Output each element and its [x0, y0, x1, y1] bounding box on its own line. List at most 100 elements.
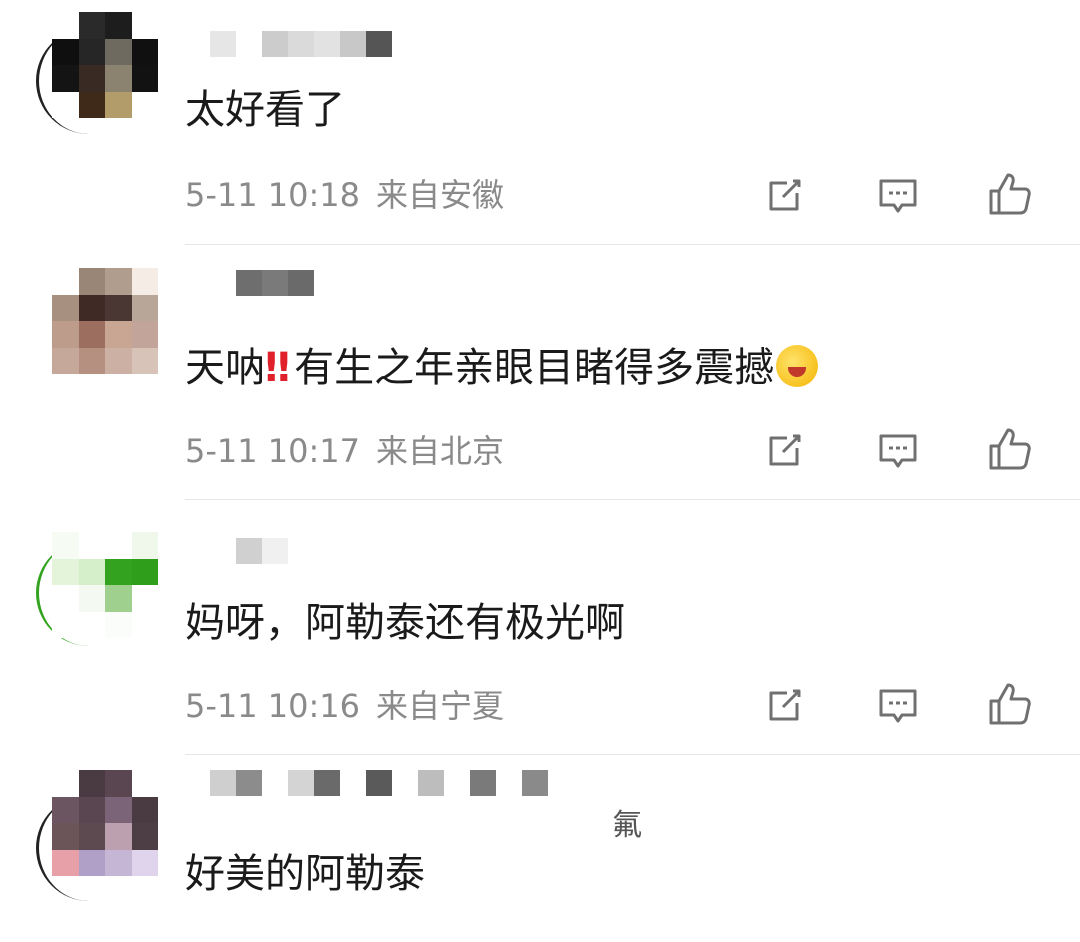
avatar-pixel	[105, 321, 132, 348]
avatar[interactable]	[52, 770, 158, 876]
reply-button[interactable]	[874, 427, 922, 475]
avatar-pixel	[78, 347, 105, 374]
username-pixel	[262, 538, 288, 564]
avatar-pixel	[131, 823, 158, 850]
avatar-pixel	[131, 268, 158, 295]
username-pixel	[288, 31, 314, 57]
avatar-pixel	[105, 91, 132, 118]
username-blurred[interactable]	[210, 538, 288, 564]
avatar-pixel	[78, 321, 105, 348]
avatar-pixel	[78, 532, 105, 559]
avatar-pixel	[131, 12, 158, 39]
avatar-pixel	[131, 558, 158, 585]
divider	[185, 754, 1080, 755]
username-blurred[interactable]	[210, 31, 392, 57]
avatar-pixel	[78, 294, 105, 321]
avatar-pixel	[131, 91, 158, 118]
avatar-pixel	[52, 585, 79, 612]
reply-button[interactable]	[874, 682, 922, 730]
avatar-pixel	[78, 91, 105, 118]
avatar-pixel	[131, 532, 158, 559]
avatar[interactable]	[52, 532, 158, 638]
avatar-pixel	[78, 585, 105, 612]
avatar-pixel	[105, 532, 132, 559]
avatar[interactable]	[52, 268, 158, 374]
repost-button[interactable]	[760, 172, 808, 220]
avatar-pixel	[78, 558, 105, 585]
comment-location: 来自宁夏	[376, 687, 505, 725]
comment-time: 5-11 10:16	[185, 687, 361, 725]
avatar[interactable]	[52, 12, 158, 118]
username-pixel	[210, 770, 236, 796]
avatar-pixel	[78, 65, 105, 92]
username-pixel	[444, 770, 470, 796]
avatar-pixel	[105, 770, 132, 797]
avatar-pixel	[52, 770, 79, 797]
avatar-pixel	[131, 585, 158, 612]
like-button[interactable]	[986, 680, 1034, 728]
comment-location: 来自安徽	[376, 176, 505, 214]
avatar-pixel	[105, 796, 132, 823]
comment-text-part: 有生之年亲眼目睹得多震撼	[294, 345, 775, 391]
thumbs-up-icon	[989, 428, 1031, 470]
avatar-pixel	[131, 294, 158, 321]
username-pixel	[470, 770, 496, 796]
avatar-pixel	[78, 268, 105, 295]
username-pixel	[340, 31, 366, 57]
comment-text: 太好看了	[185, 87, 345, 133]
comment-icon	[879, 689, 917, 723]
comment-icon	[879, 179, 917, 213]
username-pixel	[366, 770, 392, 796]
avatar-pixel	[52, 532, 79, 559]
username-pixel	[236, 270, 262, 296]
username-pixel	[236, 770, 262, 796]
like-button[interactable]	[986, 170, 1034, 218]
comment-location: 来自北京	[376, 432, 505, 470]
avatar-pixel	[52, 611, 79, 638]
share-icon	[769, 689, 801, 721]
comment-meta: 5-11 10:17 来自北京	[185, 431, 504, 471]
username-pixel	[236, 538, 262, 564]
avatar-pixel	[131, 321, 158, 348]
avatar-pixel	[52, 91, 79, 118]
avatar-pixel	[131, 611, 158, 638]
like-button[interactable]	[986, 425, 1034, 473]
username-blurred[interactable]	[210, 270, 314, 296]
username-blurred[interactable]	[210, 770, 630, 822]
avatar-pixel	[52, 38, 79, 65]
avatar-pixel	[105, 294, 132, 321]
username-pixel	[236, 31, 262, 57]
avatar-pixel	[52, 294, 79, 321]
avatar-pixel	[105, 65, 132, 92]
avatar-pixel	[105, 585, 132, 612]
username-pixel	[288, 770, 314, 796]
username-pixel	[522, 770, 548, 796]
username-pixel	[262, 770, 288, 796]
username-pixel	[496, 770, 522, 796]
username-pixel	[210, 270, 236, 296]
avatar-pixel	[52, 347, 79, 374]
reply-button[interactable]	[874, 172, 922, 220]
avatar-pixel	[52, 12, 79, 39]
username-pixel	[314, 31, 340, 57]
avatar-pixel	[52, 849, 79, 876]
avatar-pixel	[131, 38, 158, 65]
username-pixel	[366, 31, 392, 57]
avatar-pixel	[131, 796, 158, 823]
avatar-pixel	[105, 268, 132, 295]
avatar-pixel	[105, 347, 132, 374]
avatar-pixel	[78, 611, 105, 638]
avatar-pixel	[105, 558, 132, 585]
avatar-pixel	[52, 65, 79, 92]
avatar-pixel	[78, 12, 105, 39]
username-pixel	[210, 538, 236, 564]
comment-meta: 5-11 10:16 来自宁夏	[185, 686, 504, 726]
comment-text: 天呐‼ 有生之年亲眼目睹得多震撼	[185, 344, 819, 392]
avatar-pixel	[52, 823, 79, 850]
repost-button[interactable]	[760, 427, 808, 475]
divider	[185, 499, 1080, 500]
repost-button[interactable]	[760, 682, 808, 730]
avatar-pixel	[131, 65, 158, 92]
comment-text-part: 天呐	[185, 345, 265, 391]
blushing-face-emoji	[776, 345, 819, 387]
